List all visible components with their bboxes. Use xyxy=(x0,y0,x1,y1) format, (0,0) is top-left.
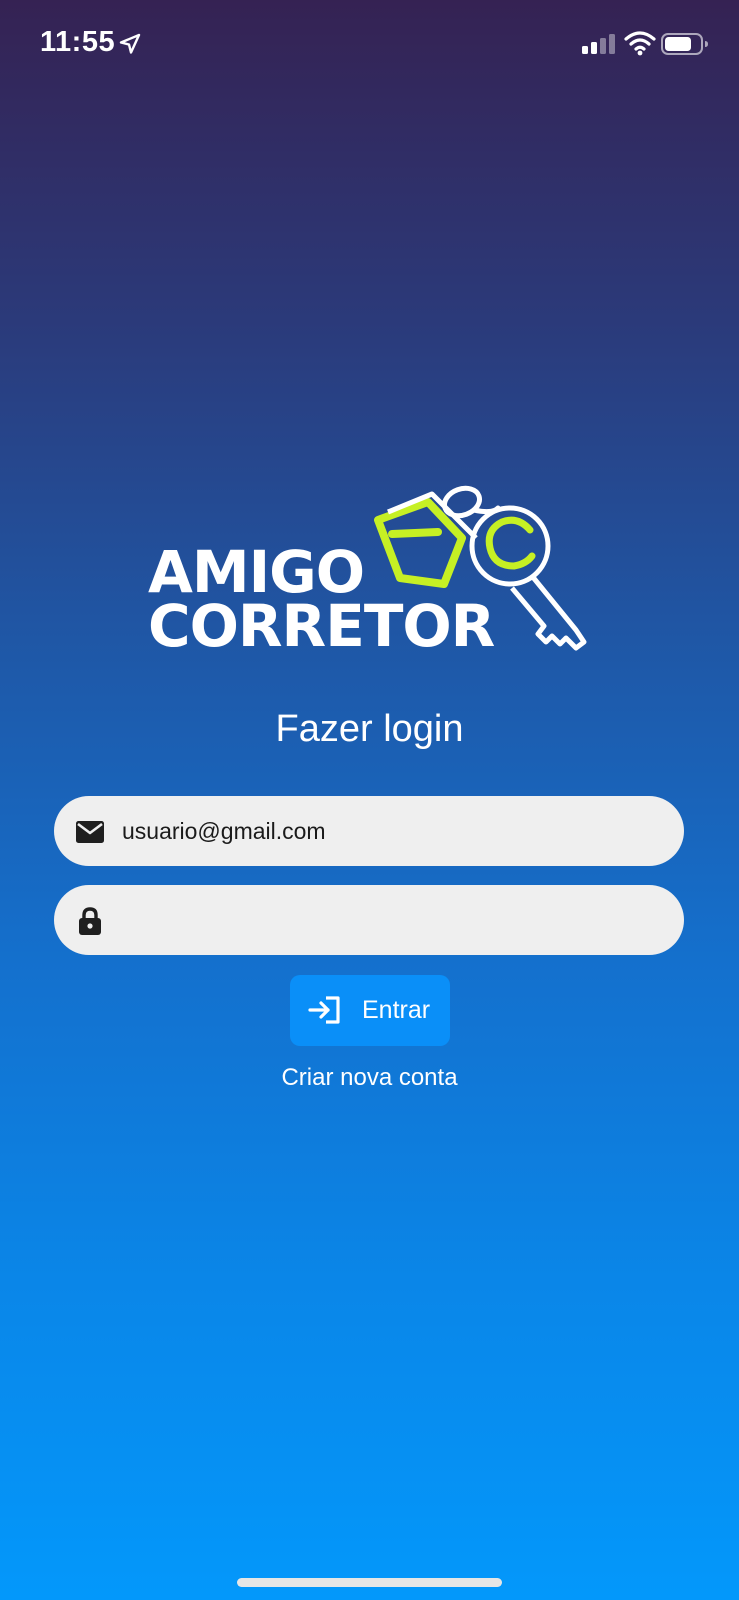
email-field[interactable] xyxy=(54,796,684,866)
lock-icon xyxy=(79,907,101,935)
battery-icon xyxy=(661,33,708,55)
email-input[interactable] xyxy=(118,796,662,866)
page-title: Fazer login xyxy=(275,708,464,750)
login-button-label: Entrar xyxy=(362,996,431,1024)
amigo-corretor-logo: AMIGO CORRETOR xyxy=(140,480,600,670)
login-screen: 11:55 AMIGO CORRETOR Fazer login usuario… xyxy=(0,0,739,1600)
password-input[interactable] xyxy=(118,885,662,955)
login-arrow-icon xyxy=(308,996,340,1024)
login-button[interactable]: Entrar xyxy=(290,975,450,1046)
create-account-link[interactable]: Criar nova conta xyxy=(0,1064,739,1092)
logo-text-corretor: CORRETOR xyxy=(148,592,495,660)
status-time: 11:55 xyxy=(40,26,116,58)
cellular-signal-icon xyxy=(582,34,615,54)
mail-icon xyxy=(76,821,104,843)
location-arrow-icon xyxy=(119,33,141,54)
status-bar: 11:55 xyxy=(0,0,739,90)
wifi-icon xyxy=(624,31,656,56)
home-indicator[interactable] xyxy=(237,1578,502,1587)
password-field[interactable] xyxy=(54,885,684,955)
